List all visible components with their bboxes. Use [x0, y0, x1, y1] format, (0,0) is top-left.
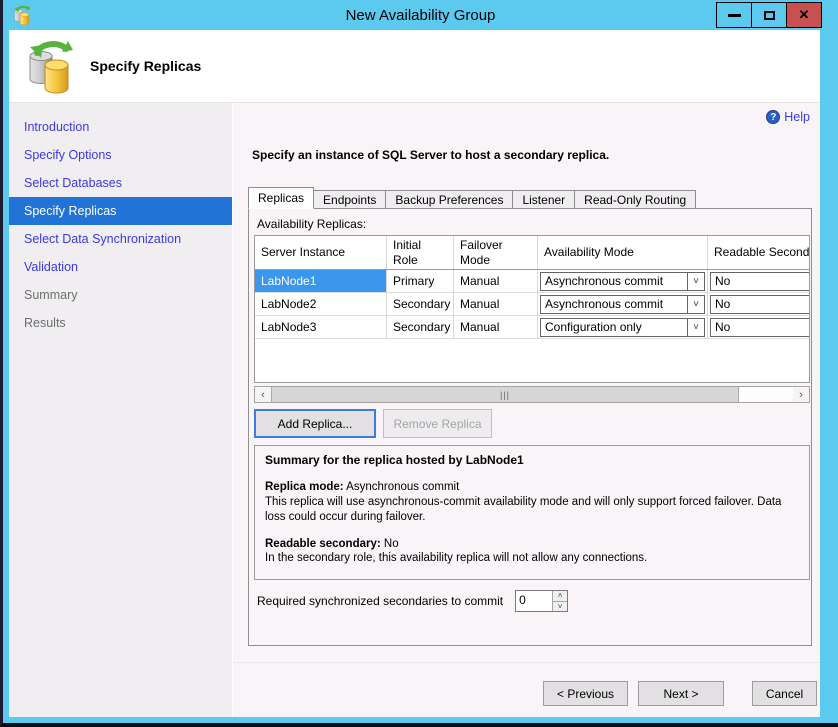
window-controls: ✕: [717, 2, 822, 28]
availability-replicas-grid: Server Instance Initial Role Failover Mo…: [254, 235, 810, 383]
readable-secondary-dropdown[interactable]: No: [710, 272, 810, 291]
help-link[interactable]: ? Help: [766, 110, 810, 124]
minimize-icon: [728, 14, 741, 17]
column-header-server-instance[interactable]: Server Instance: [255, 236, 387, 269]
column-header-availability-mode[interactable]: Availability Mode: [538, 236, 708, 269]
instruction-text: Specify an instance of SQL Server to hos…: [252, 148, 609, 162]
wizard-steps-sidebar: Introduction Specify Options Select Data…: [9, 103, 233, 717]
remove-replica-button: Remove Replica: [383, 409, 492, 438]
table-row: LabNode2 Secondary Manual Asynchronous c…: [255, 293, 810, 316]
cell-initial-role[interactable]: Primary: [387, 270, 454, 292]
cell-server-instance[interactable]: LabNode2: [255, 293, 387, 315]
summary-title: Summary for the replica hosted by LabNod…: [265, 453, 799, 468]
sidebar-item-introduction[interactable]: Introduction: [9, 113, 232, 141]
close-button[interactable]: ✕: [786, 2, 822, 28]
dialog-window: New Availability Group ✕ Specify Replica…: [0, 0, 838, 727]
minimize-button[interactable]: [716, 2, 752, 28]
tab-backup-preferences[interactable]: Backup Preferences: [385, 190, 513, 209]
readable-secondary-description: In the secondary role, this availability…: [265, 551, 799, 566]
cell-server-instance[interactable]: LabNode3: [255, 316, 387, 338]
table-row: LabNode1 Primary Manual Asynchronous com…: [255, 270, 810, 293]
sidebar-item-select-data-synchronization[interactable]: Select Data Synchronization: [9, 225, 232, 253]
main-content: ? Help Specify an instance of SQL Server…: [233, 103, 820, 717]
availability-mode-dropdown[interactable]: Asynchronous commit ˅: [540, 295, 705, 314]
cell-initial-role[interactable]: Secondary: [387, 316, 454, 338]
replica-summary-box: Summary for the replica hosted by LabNod…: [254, 445, 810, 580]
readable-secondary-dropdown[interactable]: No: [710, 295, 810, 314]
sidebar-item-select-databases[interactable]: Select Databases: [9, 169, 232, 197]
grid-header-row: Server Instance Initial Role Failover Mo…: [255, 236, 810, 270]
sidebar-item-results: Results: [9, 309, 232, 337]
window-title: New Availability Group: [346, 7, 496, 24]
database-sync-icon: [24, 38, 76, 94]
column-header-initial-role[interactable]: Initial Role: [387, 236, 454, 269]
stepper-value[interactable]: 0: [516, 591, 552, 611]
help-label: Help: [784, 110, 810, 124]
cell-failover-mode[interactable]: Manual: [454, 316, 538, 338]
cell-failover-mode[interactable]: Manual: [454, 293, 538, 315]
add-replica-button[interactable]: Add Replica...: [254, 409, 376, 438]
scroll-right-icon[interactable]: ›: [793, 387, 809, 402]
scroll-left-icon[interactable]: ‹: [255, 387, 271, 402]
horizontal-scrollbar[interactable]: ‹ ||| ›: [254, 386, 810, 403]
stepper-up-icon[interactable]: ˄: [553, 591, 567, 602]
sidebar-item-specify-options[interactable]: Specify Options: [9, 141, 232, 169]
chevron-down-icon[interactable]: ˅: [687, 319, 704, 336]
table-row: LabNode3 Secondary Manual Configuration …: [255, 316, 810, 339]
availability-replicas-label: Availability Replicas:: [257, 217, 366, 231]
help-icon: ?: [766, 110, 780, 124]
tab-replicas[interactable]: Replicas: [248, 187, 314, 209]
required-secondaries-stepper[interactable]: 0 ˄ ˅: [515, 590, 568, 612]
maximize-icon: [764, 11, 775, 20]
replica-mode-description: This replica will use asynchronous-commi…: [265, 495, 799, 524]
cell-failover-mode[interactable]: Manual: [454, 270, 538, 292]
dialog-surface: Specify Replicas Introduction Specify Op…: [9, 30, 820, 717]
sidebar-item-summary: Summary: [9, 281, 232, 309]
next-button[interactable]: Next >: [638, 681, 724, 706]
replicas-tab-panel: Availability Replicas: Server Instance I…: [248, 208, 812, 646]
tab-read-only-routing[interactable]: Read-Only Routing: [574, 190, 696, 209]
required-secondaries-row: Required synchronized secondaries to com…: [257, 590, 568, 612]
app-database-icon: [12, 5, 32, 25]
readable-secondary-dropdown[interactable]: No: [710, 318, 810, 337]
tab-endpoints[interactable]: Endpoints: [313, 190, 386, 209]
stepper-down-icon[interactable]: ˅: [553, 602, 567, 612]
cell-initial-role[interactable]: Secondary: [387, 293, 454, 315]
chevron-down-icon[interactable]: ˅: [687, 296, 704, 313]
required-secondaries-label: Required synchronized secondaries to com…: [257, 594, 503, 608]
maximize-button[interactable]: [751, 2, 787, 28]
column-header-failover-mode[interactable]: Failover Mode: [454, 236, 538, 269]
wizard-header: Specify Replicas: [9, 30, 820, 103]
footer-divider: [233, 662, 820, 663]
scrollbar-track[interactable]: [739, 387, 793, 402]
page-title: Specify Replicas: [90, 58, 201, 74]
availability-mode-dropdown[interactable]: Configuration only ˅: [540, 318, 705, 337]
replica-mode-summary: Replica mode: Asynchronous commit This r…: [265, 480, 799, 524]
tab-listener[interactable]: Listener: [512, 190, 575, 209]
readable-secondary-summary: Readable secondary: No In the secondary …: [265, 537, 799, 566]
availability-mode-dropdown[interactable]: Asynchronous commit ˅: [540, 272, 705, 291]
tabstrip: Replicas Endpoints Backup Preferences Li…: [248, 187, 695, 209]
scrollbar-thumb[interactable]: |||: [271, 387, 739, 402]
chevron-down-icon[interactable]: ˅: [687, 273, 704, 290]
sidebar-item-specify-replicas[interactable]: Specify Replicas: [9, 197, 232, 225]
previous-button[interactable]: < Previous: [543, 681, 628, 706]
close-icon: ✕: [799, 7, 810, 23]
cell-server-instance[interactable]: LabNode1: [255, 270, 387, 292]
titlebar[interactable]: New Availability Group ✕: [3, 0, 838, 30]
cancel-button[interactable]: Cancel: [752, 681, 817, 706]
sidebar-item-validation[interactable]: Validation: [9, 253, 232, 281]
column-header-readable-secondary[interactable]: Readable Secondary: [708, 236, 810, 269]
